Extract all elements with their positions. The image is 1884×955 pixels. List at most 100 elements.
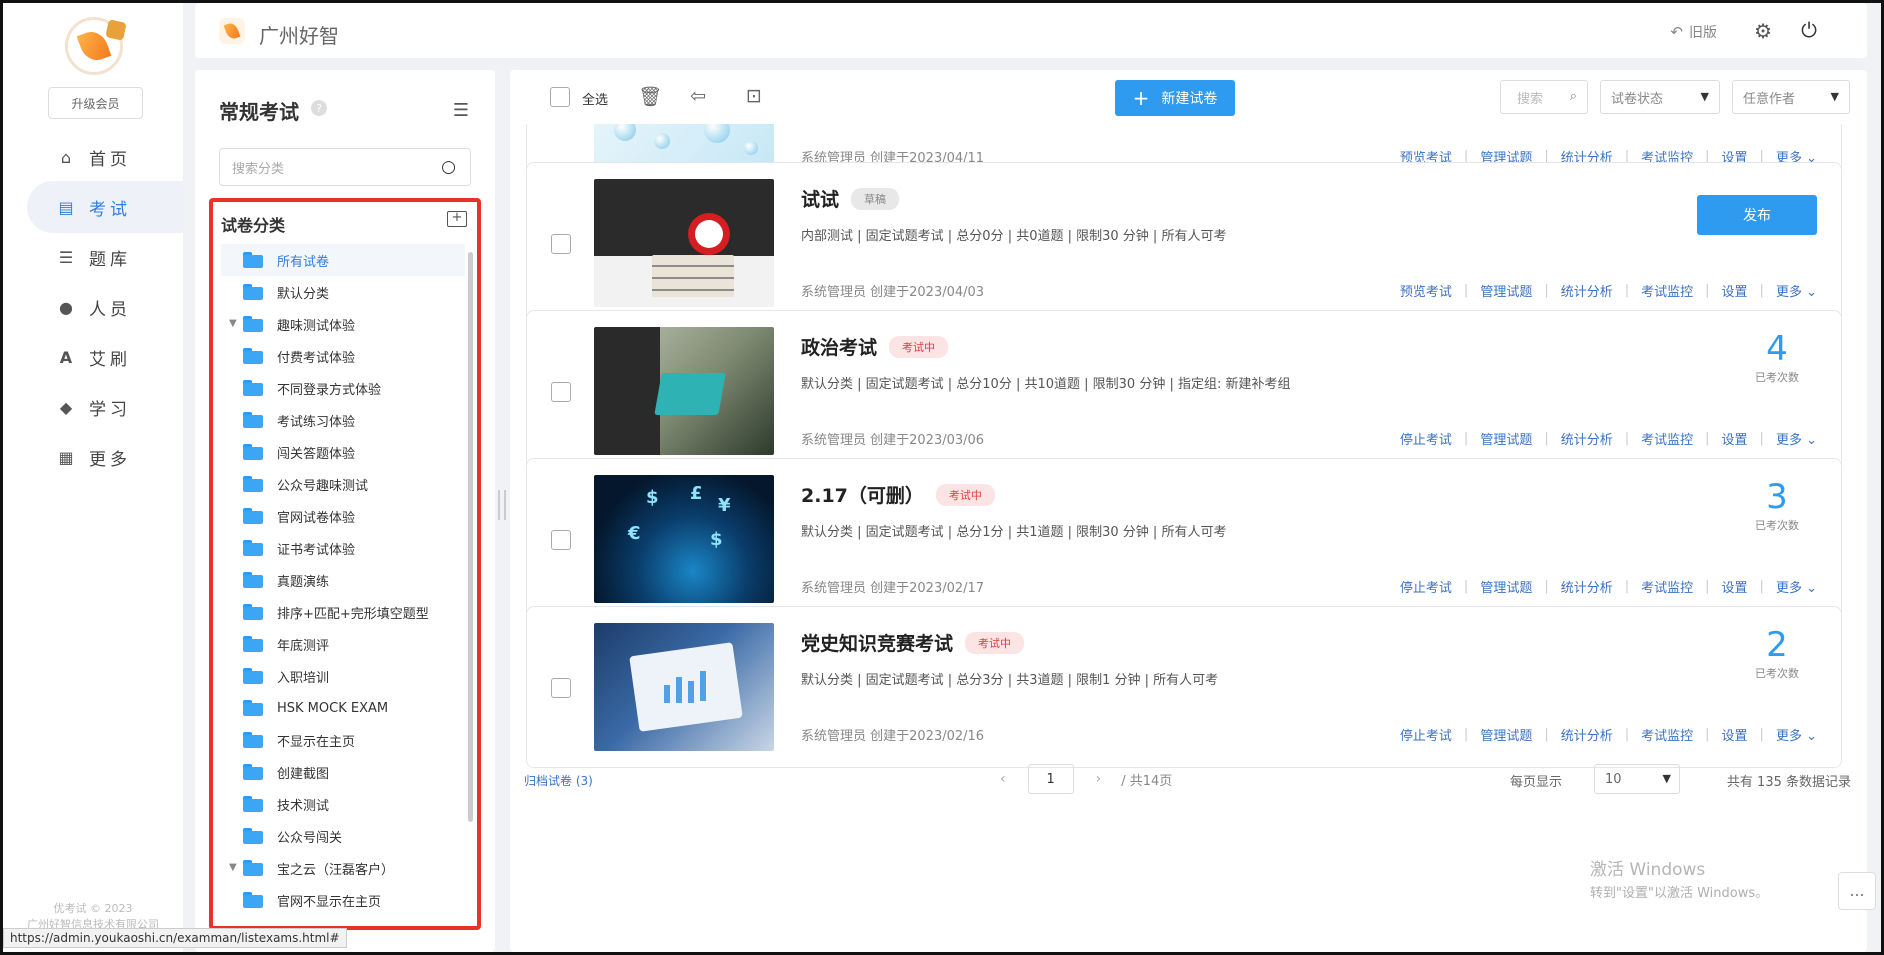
nav-item-learning[interactable]: ◆ 学习 — [27, 381, 183, 433]
chevron-down-icon: ▼ — [1662, 772, 1671, 785]
tree-scrollbar[interactable] — [468, 252, 473, 822]
exam-author: 系统管理员 创建于2023/03/06 — [801, 433, 985, 448]
nav-item-exam[interactable]: ▤ 考试 — [27, 181, 183, 233]
author-filter-select[interactable]: 任意作者 ▼ — [1732, 80, 1850, 114]
publish-button[interactable]: 发布 — [1697, 195, 1817, 235]
old-version-link[interactable]: ↶ 旧版 — [1670, 22, 1717, 42]
status-filter-select[interactable]: 试卷状态 ▼ — [1600, 80, 1720, 114]
exam-title[interactable]: 试试 草稿 — [801, 185, 900, 212]
nav-item-home[interactable]: ⌂ 首页 — [27, 131, 183, 183]
tree-item[interactable]: HSK MOCK EXAM — [221, 692, 465, 724]
exam-checkbox[interactable] — [551, 530, 571, 550]
search-icon[interactable]: ○ — [441, 157, 456, 177]
left-navigation: 升级会员 ⌂ 首页 ▤ 考试 ☰ 题库 ● 人员 A 艾刷 ◆ 学习 ▦ 更多 优考试 © 2… — [3, 3, 183, 952]
gear-icon[interactable]: ⚙ — [1754, 19, 1772, 43]
caret-down-icon[interactable]: ▼ — [229, 862, 237, 873]
exam-action-link[interactable]: 停止考试 — [1400, 429, 1452, 448]
new-exam-button[interactable]: + 新建试卷 — [1115, 80, 1235, 116]
tree-item[interactable]: 考试练习体验 — [221, 404, 465, 436]
exam-action-link[interactable]: 考试监控 — [1641, 281, 1693, 300]
tree-item[interactable]: 创建截图 — [221, 756, 465, 788]
add-folder-icon[interactable]: + — [447, 211, 467, 227]
upgrade-member-button[interactable]: 升级会员 — [48, 87, 143, 119]
exam-checkbox[interactable] — [551, 382, 571, 402]
tree-item[interactable]: 公众号趣味测试 — [221, 468, 465, 500]
exam-action-link[interactable]: 设置 — [1722, 725, 1748, 744]
nav-item-people[interactable]: ● 人员 — [27, 281, 183, 333]
more-menu-button[interactable]: 更多 ⌄ — [1776, 577, 1817, 596]
exam-checkbox[interactable] — [551, 678, 571, 698]
folder-icon — [243, 700, 263, 716]
exam-title[interactable]: 党史知识竞赛考试 考试中 — [801, 629, 1025, 656]
tree-item[interactable]: 公众号闯关 — [221, 820, 465, 852]
tree-item[interactable]: 排序+匹配+完形填空题型 — [221, 596, 465, 628]
exam-action-link[interactable]: 设置 — [1722, 429, 1748, 448]
more-menu-button[interactable]: 更多 ⌄ — [1776, 725, 1817, 744]
chevron-down-icon: ⌄ — [1806, 581, 1817, 596]
tree-item[interactable]: ▼ 趣味测试体验 — [221, 308, 465, 340]
collapse-menu-icon[interactable]: ☰ — [453, 100, 469, 121]
tree-item[interactable]: 真题演练 — [221, 564, 465, 596]
tree-item[interactable]: 默认分类 — [221, 276, 465, 308]
exam-action-link[interactable]: 停止考试 — [1400, 725, 1452, 744]
tree-item[interactable]: ▼ 宝之云（汪磊客户） — [221, 852, 465, 884]
tree-item[interactable]: 入职培训 — [221, 660, 465, 692]
nav-item-aishua[interactable]: A 艾刷 — [27, 331, 183, 383]
exam-action-link[interactable]: 预览考试 — [1400, 281, 1452, 300]
tree-item[interactable]: 付费考试体验 — [221, 340, 465, 372]
category-search-input[interactable]: 搜索分类 ○ — [219, 148, 471, 186]
exam-action-link[interactable]: 管理试题 — [1480, 429, 1532, 448]
exam-actions: 预览考试 | 管理试题 | 统计分析 | 考试监控 | 设置 | 更多 ⌄ — [1400, 281, 1817, 300]
attempt-count-label: 已考次数 — [1755, 519, 1799, 532]
exam-action-link[interactable]: 管理试题 — [1480, 725, 1532, 744]
exam-action-link[interactable]: 统计分析 — [1561, 281, 1613, 300]
move-folder-icon[interactable]: ⇦ — [690, 85, 706, 107]
more-menu-button[interactable]: 更多 ⌄ — [1776, 281, 1817, 300]
power-icon[interactable]: ⏻ — [1801, 18, 1817, 42]
exam-action-link[interactable]: 停止考试 — [1400, 577, 1452, 596]
help-icon[interactable]: ? — [311, 100, 327, 116]
list-toolbar: 全选 🗑 ⇦ ⊡ + 新建试卷 搜索 ⌕ 试卷状态 ▼ 任意作者 ▼ — [510, 70, 1867, 124]
panel-resize-handle[interactable] — [498, 490, 506, 520]
nav-item-more[interactable]: ▦ 更多 — [27, 431, 183, 483]
chat-icon[interactable]: … — [1838, 872, 1876, 910]
exam-action-link[interactable]: 管理试题 — [1480, 577, 1532, 596]
exam-action-link[interactable]: 统计分析 — [1561, 725, 1613, 744]
tree-item[interactable]: 年底测评 — [221, 628, 465, 660]
exam-action-link[interactable]: 考试监控 — [1641, 725, 1693, 744]
tree-item[interactable]: 不显示在主页 — [221, 724, 465, 756]
tree-item[interactable]: 闯关答题体验 — [221, 436, 465, 468]
next-page-icon[interactable]: › — [1096, 771, 1102, 787]
exam-action-link[interactable]: 管理试题 — [1480, 281, 1532, 300]
exam-action-link[interactable]: 设置 — [1722, 281, 1748, 300]
exam-title[interactable]: 政治考试 考试中 — [801, 333, 949, 360]
exam-action-link[interactable]: 考试监控 — [1641, 577, 1693, 596]
tree-item[interactable]: 官网试卷体验 — [221, 500, 465, 532]
tree-item[interactable]: 技术测试 — [221, 788, 465, 820]
exam-action-link[interactable]: 设置 — [1722, 577, 1748, 596]
archived-exams-link[interactable]: 归档试卷 (3) — [524, 772, 593, 789]
more-menu-button[interactable]: 更多 ⌄ — [1776, 429, 1817, 448]
exam-checkbox[interactable] — [551, 234, 571, 254]
exam-action-link[interactable]: 统计分析 — [1561, 577, 1613, 596]
exam-search-input[interactable]: 搜索 ⌕ — [1500, 80, 1588, 114]
exam-title[interactable]: 2.17（可删） 考试中 — [801, 481, 995, 508]
exam-meta: 默认分类 | 固定试题考试 | 总分10分 | 共10道题 | 限制30 分钟 … — [801, 377, 1291, 392]
prev-page-icon[interactable]: ‹ — [1000, 771, 1006, 787]
exam-action-link[interactable]: 考试监控 — [1641, 429, 1693, 448]
page-number-input[interactable]: 1 — [1027, 764, 1074, 794]
per-page-select[interactable]: 10 ▼ — [1594, 764, 1680, 794]
tree-item[interactable]: 官网不显示在主页 — [221, 884, 465, 916]
caret-down-icon[interactable]: ▼ — [229, 318, 237, 329]
exam-action-link[interactable]: 统计分析 — [1561, 429, 1613, 448]
select-all-checkbox[interactable] — [550, 87, 570, 107]
trash-icon[interactable]: 🗑 — [638, 85, 662, 108]
tree-item[interactable]: 所有试卷 — [221, 244, 465, 276]
action-separator: | — [1544, 283, 1549, 298]
archive-icon[interactable]: ⊡ — [746, 85, 762, 107]
tree-item-label: 宝之云（汪磊客户） — [277, 862, 395, 878]
nav-item-question-bank[interactable]: ☰ 题库 — [27, 231, 183, 283]
folder-icon — [243, 796, 263, 812]
tree-item[interactable]: 不同登录方式体验 — [221, 372, 465, 404]
tree-item[interactable]: 证书考试体验 — [221, 532, 465, 564]
